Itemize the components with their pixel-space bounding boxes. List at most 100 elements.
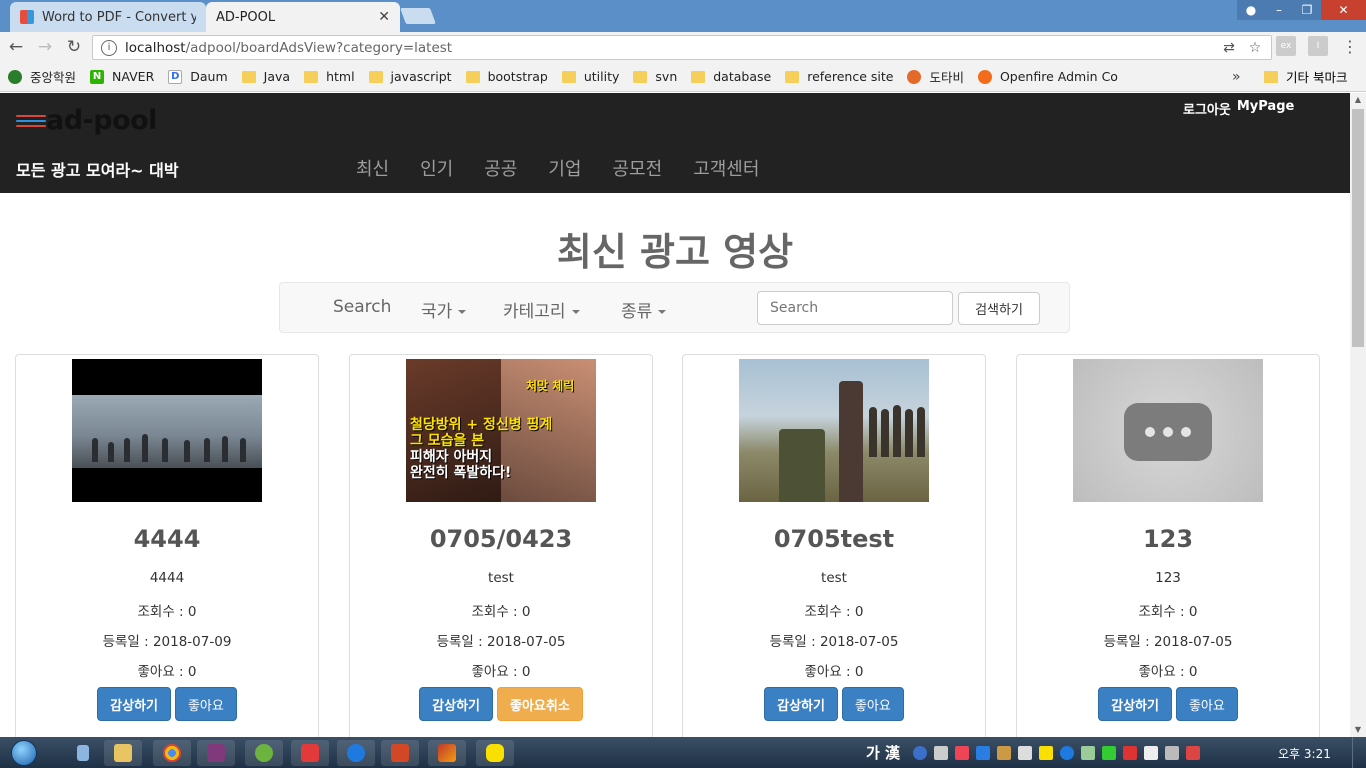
nav-customer-center[interactable]: 고객센터 bbox=[693, 155, 759, 181]
type-dropdown[interactable]: 종류 bbox=[621, 297, 667, 322]
taskbar-xmind[interactable] bbox=[291, 740, 329, 766]
more-bookmarks-button[interactable]: » bbox=[1232, 69, 1241, 85]
search-button[interactable]: 검색하기 bbox=[958, 292, 1040, 325]
site-tagline: 모든 광고 모여라~ 대박 bbox=[16, 161, 179, 180]
bookmark-folder[interactable]: Java bbox=[241, 69, 290, 84]
nav-latest[interactable]: 최신 bbox=[356, 155, 389, 181]
site-logo[interactable]: ad-pool bbox=[16, 105, 157, 136]
video-thumbnail[interactable] bbox=[72, 359, 262, 502]
watch-button[interactable]: 감상하기 bbox=[1098, 687, 1172, 721]
nav-popular[interactable]: 인기 bbox=[420, 155, 453, 181]
taskbar-powerpoint[interactable] bbox=[381, 740, 419, 766]
like-button[interactable]: 좋아요 bbox=[841, 687, 904, 721]
tray-check-icon[interactable] bbox=[1081, 745, 1096, 760]
bookmark-item[interactable]: Openfire Admin Co bbox=[977, 69, 1118, 84]
start-button[interactable] bbox=[6, 737, 42, 768]
network-icon[interactable] bbox=[1165, 745, 1180, 760]
mypage-link[interactable]: MyPage bbox=[1237, 99, 1294, 118]
taskbar-app[interactable] bbox=[428, 740, 466, 766]
reload-icon[interactable]: ↻ bbox=[61, 34, 87, 60]
search-input[interactable] bbox=[757, 291, 953, 325]
tray-app-icon[interactable] bbox=[955, 745, 970, 760]
video-thumbnail[interactable] bbox=[739, 359, 929, 502]
bookmark-star-icon[interactable]: ☆ bbox=[1245, 38, 1265, 58]
thumbnail-tag: 처맞 체릭 bbox=[526, 379, 575, 393]
taskbar-explorer[interactable] bbox=[104, 740, 142, 766]
bookmark-item[interactable]: 중앙학원 bbox=[8, 67, 76, 86]
extension-ex-icon[interactable]: ex bbox=[1276, 36, 1296, 56]
minimize-button[interactable]: – bbox=[1265, 0, 1293, 20]
tab-word-to-pdf[interactable]: Word to PDF - Convert y bbox=[10, 2, 206, 32]
watch-button[interactable]: 감상하기 bbox=[764, 687, 838, 721]
card-actions: 감상하기 좋아요취소 bbox=[350, 687, 652, 721]
scrollbar-thumb[interactable] bbox=[1352, 109, 1364, 347]
back-arrow-icon[interactable]: ← bbox=[3, 34, 29, 60]
bookmark-folder[interactable]: svn bbox=[633, 69, 677, 84]
nav-contest[interactable]: 공모전 bbox=[613, 155, 663, 181]
volume-muted-icon[interactable] bbox=[1186, 745, 1201, 760]
tab-title: Word to PDF - Convert y bbox=[42, 9, 196, 25]
bookmark-label: bootstrap bbox=[487, 69, 548, 84]
bookmark-folder[interactable]: javascript bbox=[368, 69, 452, 84]
country-dropdown[interactable]: 국가 bbox=[421, 297, 467, 322]
signal-icon[interactable] bbox=[1102, 745, 1117, 760]
nav-company[interactable]: 기업 bbox=[548, 155, 581, 181]
taskbar-kakaotalk[interactable] bbox=[476, 740, 514, 766]
tab-ad-pool[interactable]: AD-POOL ✕ bbox=[206, 2, 400, 109]
help-icon[interactable] bbox=[913, 745, 928, 760]
taskbar-spring[interactable] bbox=[245, 740, 283, 766]
kakaotalk-tray-icon[interactable] bbox=[1039, 745, 1054, 760]
bookmark-item[interactable]: N NAVER bbox=[90, 69, 154, 84]
bookmark-item[interactable]: D Daum bbox=[168, 69, 228, 84]
bookmark-folder[interactable]: reference site bbox=[785, 69, 893, 84]
page-scrollbar[interactable]: ▲ ▼ bbox=[1350, 93, 1366, 737]
tray-monitor-icon[interactable] bbox=[1018, 745, 1033, 760]
taskbar-onenote[interactable] bbox=[197, 740, 235, 766]
watch-button[interactable]: 감상하기 bbox=[97, 687, 171, 721]
bookmark-folder[interactable]: database bbox=[691, 69, 771, 84]
extension-i-icon[interactable]: I bbox=[1308, 36, 1328, 56]
unlike-button[interactable]: 좋아요취소 bbox=[497, 687, 583, 721]
site-info-icon[interactable]: i bbox=[101, 39, 117, 56]
tray-settings-icon[interactable] bbox=[934, 745, 949, 760]
powerpoint-icon bbox=[391, 744, 409, 762]
category-dropdown[interactable]: 카테고리 bbox=[503, 297, 580, 322]
folder-icon bbox=[691, 70, 706, 83]
bookmark-folder[interactable]: html bbox=[304, 69, 355, 84]
bookmark-folder[interactable]: bootstrap bbox=[465, 69, 548, 84]
taskbar-chrome[interactable] bbox=[153, 740, 191, 766]
tray-tool-icon[interactable] bbox=[997, 745, 1012, 760]
video-thumbnail[interactable] bbox=[1073, 359, 1263, 502]
forward-arrow-icon[interactable]: → bbox=[32, 34, 58, 60]
like-button[interactable]: 좋아요 bbox=[174, 687, 237, 721]
profile-icon[interactable]: ● bbox=[1237, 0, 1265, 20]
bookmark-folder[interactable]: utility bbox=[561, 69, 619, 84]
chrome-menu-icon[interactable]: ⋮ bbox=[1340, 36, 1360, 56]
antivirus-icon[interactable] bbox=[1123, 745, 1138, 760]
ime-indicator[interactable]: 가 漢 bbox=[866, 742, 900, 763]
close-tab-icon[interactable]: ✕ bbox=[378, 9, 390, 25]
scroll-down-arrow-icon[interactable]: ▼ bbox=[1350, 723, 1366, 737]
close-window-button[interactable]: ✕ bbox=[1321, 0, 1366, 20]
address-bar[interactable]: i localhost/adpool/boardAdsView?category… bbox=[92, 35, 1272, 60]
bookmark-item[interactable]: 도타비 bbox=[907, 67, 964, 86]
clock[interactable]: 오후 3:21 bbox=[1278, 745, 1331, 762]
shield-icon[interactable] bbox=[976, 745, 991, 760]
logout-link[interactable]: 로그아웃 bbox=[1183, 99, 1231, 118]
url-text[interactable]: localhost/adpool/boardAdsView?category=l… bbox=[125, 40, 1219, 56]
action-center-flag-icon[interactable] bbox=[1144, 745, 1159, 760]
scroll-up-arrow-icon[interactable]: ▲ bbox=[1350, 93, 1366, 107]
show-desktop-button[interactable] bbox=[1352, 737, 1366, 768]
taskbar-notepad[interactable] bbox=[64, 740, 102, 766]
video-thumbnail[interactable]: 처맞 체릭 철당방위 + 정신병 핑계 그 모습을 본 피해자 아버지 완전히 … bbox=[406, 359, 596, 502]
teamviewer-tray-icon[interactable] bbox=[1060, 745, 1075, 760]
nav-public[interactable]: 공공 bbox=[484, 155, 517, 181]
ad-date: 등록일 : 2018-07-05 bbox=[769, 634, 899, 650]
maximize-button[interactable]: ❐ bbox=[1293, 0, 1321, 20]
watch-button[interactable]: 감상하기 bbox=[419, 687, 494, 721]
new-tab-button[interactable] bbox=[400, 8, 436, 24]
taskbar-teamviewer[interactable] bbox=[337, 740, 375, 766]
translate-icon[interactable]: ⇄ bbox=[1219, 38, 1239, 58]
like-button[interactable]: 좋아요 bbox=[1175, 687, 1238, 721]
other-bookmarks-folder[interactable]: 기타 북마크 bbox=[1264, 67, 1347, 86]
